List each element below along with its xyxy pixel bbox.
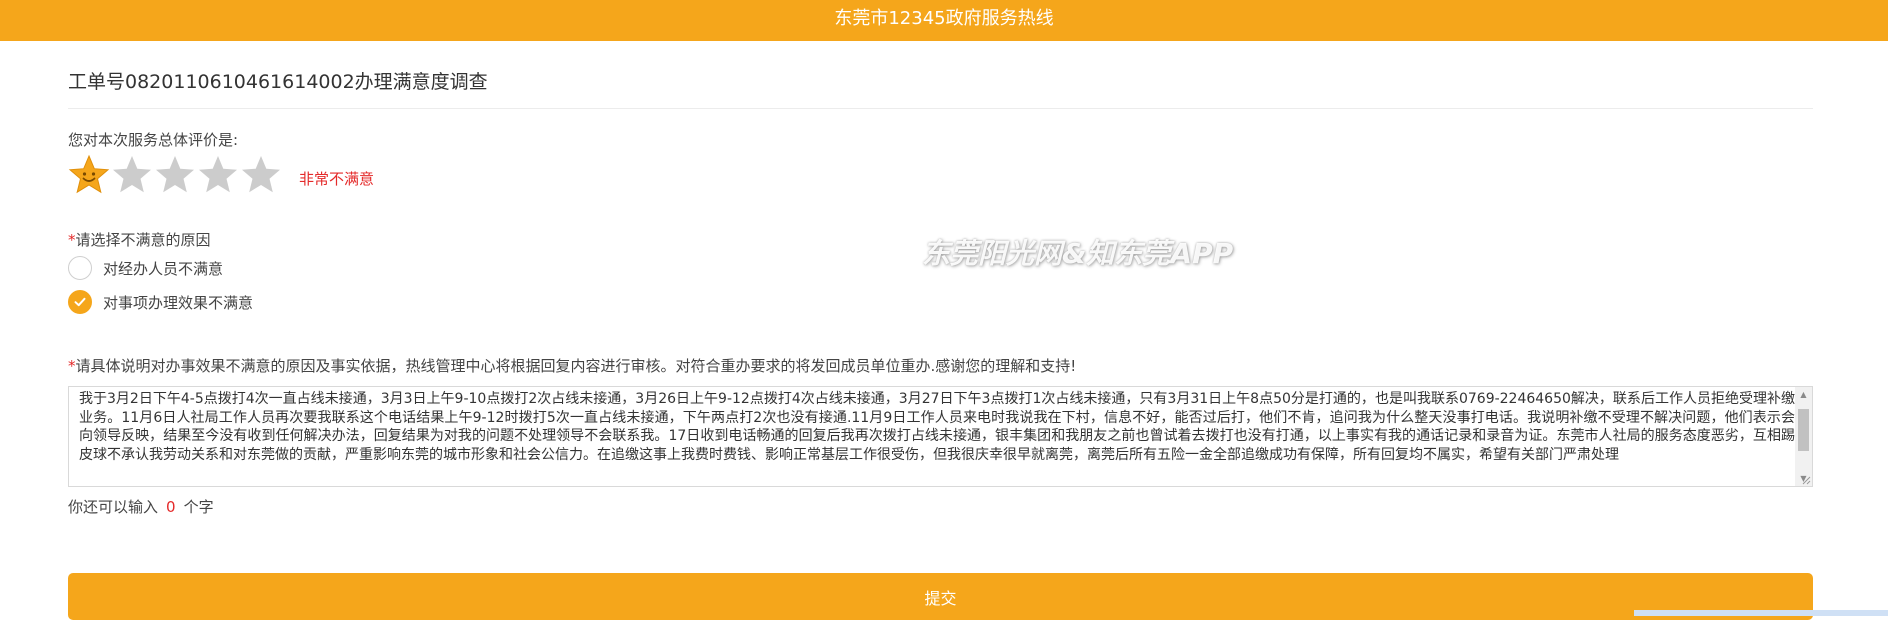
star-rating [68,153,283,197]
detail-textarea-content[interactable]: 我于3月2日下午4-5点拨打4次一直占线未接通，3月3日上午9-10点拨打2次占… [79,390,1795,464]
star-2[interactable] [111,154,153,196]
smiling-star-icon [68,154,110,194]
rating-label: 您对本次服务总体评价是: [68,131,239,149]
scroll-up-icon[interactable]: ▲ [1795,387,1812,402]
scroll-thumb[interactable] [1798,409,1809,451]
rating-text: 非常不满意 [299,170,375,188]
divider [68,108,1813,109]
counter-suffix: 个字 [183,498,214,516]
star-icon [156,156,194,193]
top-bar: 东莞市12345政府服务热线 [0,0,1888,41]
detail-textarea[interactable]: 我于3月2日下午4-5点拨打4次一直占线未接通，3月3日上午9-10点拨打2次占… [68,386,1813,487]
detail-label-text: 请具体说明对办事效果不满意的原因及事实依据，热线管理中心将根据回复内容进行审核。… [75,357,1077,375]
counter-remaining: 0 [166,498,176,516]
check-icon [74,297,86,307]
submit-button[interactable]: 提交 [68,573,1813,620]
option-label: 对事项办理效果不满意 [103,293,254,312]
order-title: 工单号08201106104616140​02办理满意度调查 [68,71,488,93]
star-1[interactable] [68,154,110,196]
submit-label: 提交 [924,588,957,608]
star-5[interactable] [240,154,282,196]
char-counter: 你还可以输入 0 个字 [68,496,214,517]
reason-label: *请选择不满意的原因 [68,229,211,250]
reason-label-text: 请选择不满意的原因 [75,231,211,249]
star-3[interactable] [154,154,196,196]
reason-option-effect[interactable]: 对事项办理效果不满意 [68,290,253,314]
reason-option-staff[interactable]: 对经办人员不满意 [68,256,223,280]
star-icon [199,156,237,193]
detail-label: *请具体说明对办事效果不满意的原因及事实依据，热线管理中心将根据回复内容进行审核… [68,355,1076,376]
counter-prefix: 你还可以输入 [68,498,159,516]
star-icon [113,156,151,193]
watermark: 东莞阳光网&知东莞APP [922,237,1234,270]
radio-unchecked[interactable] [68,256,92,280]
star-icon [242,156,280,193]
required-mark: * [68,231,76,249]
corner-strip [1634,610,1888,616]
star-4[interactable] [197,154,239,196]
page-header-title: 东莞市12345政府服务热线 [834,8,1054,29]
scrollbar[interactable]: ▲ ▼ [1795,387,1812,486]
option-label: 对经办人员不满意 [103,259,224,278]
required-mark: * [68,357,76,375]
resize-grip-icon[interactable] [1799,473,1811,485]
radio-checked[interactable] [68,290,92,314]
